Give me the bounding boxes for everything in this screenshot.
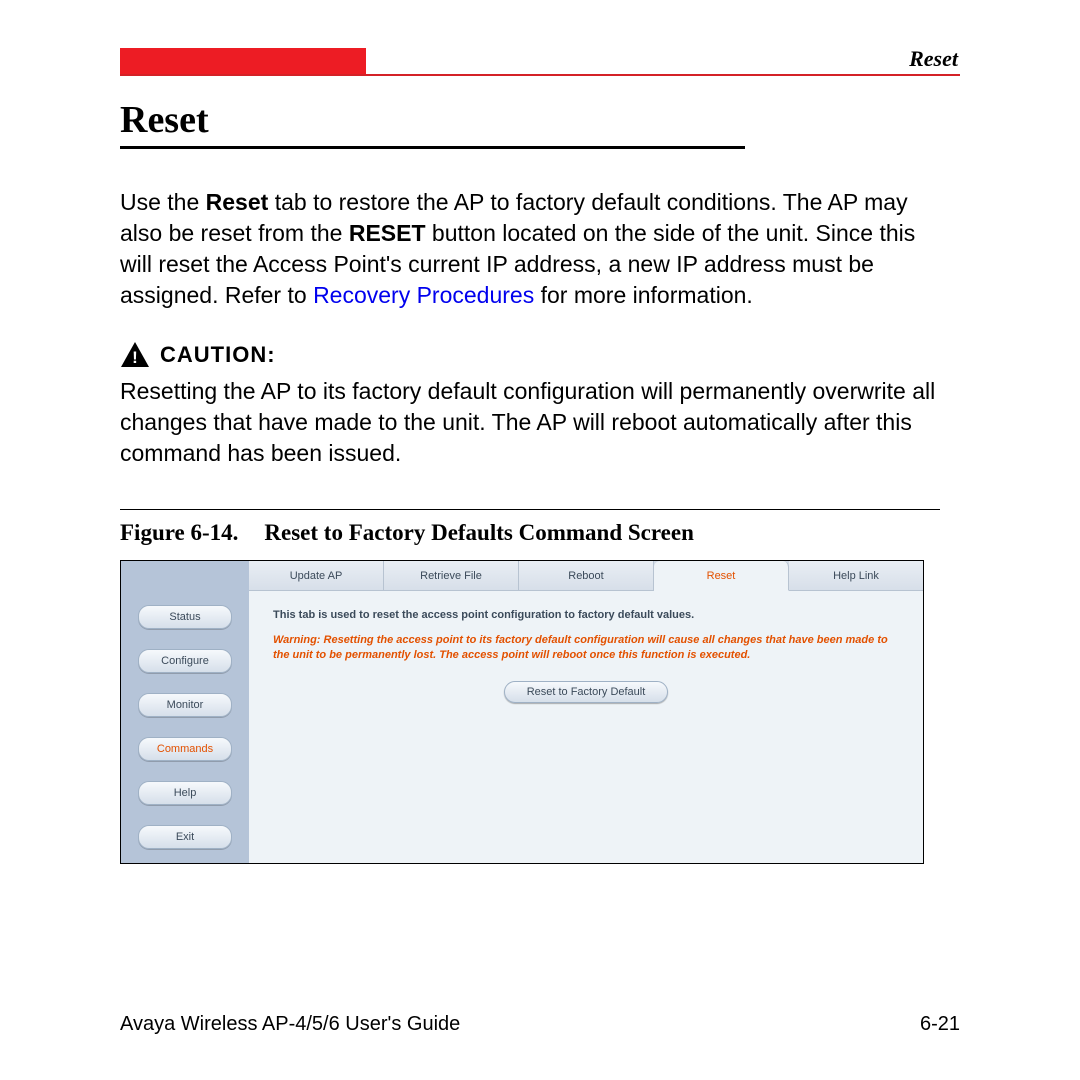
- footer-right: 6-21: [920, 1013, 960, 1036]
- header-bar: Reset: [120, 48, 960, 76]
- caution-icon: !: [120, 341, 150, 368]
- p1-pre: Use the: [120, 189, 206, 215]
- recovery-procedures-link[interactable]: Recovery Procedures: [313, 282, 534, 308]
- tab-bar: Update AP Retrieve File Reboot Reset Hel…: [249, 561, 923, 591]
- main-panel: Update AP Retrieve File Reboot Reset Hel…: [249, 561, 923, 863]
- tab-retrieve-file[interactable]: Retrieve File: [384, 561, 519, 591]
- figure-rule: [120, 509, 940, 510]
- reset-to-factory-default-button[interactable]: Reset to Factory Default: [504, 681, 669, 703]
- p1-bold1: Reset: [206, 189, 269, 215]
- page-footer: Avaya Wireless AP-4/5/6 User's Guide 6-2…: [120, 1013, 960, 1036]
- page-title: Reset: [120, 98, 745, 149]
- sidebar-item-help[interactable]: Help: [138, 781, 232, 805]
- caution-text: Resetting the AP to its factory default …: [120, 376, 940, 469]
- tab-content: This tab is used to reset the access poi…: [249, 591, 923, 785]
- sidebar-item-commands[interactable]: Commands: [138, 737, 232, 761]
- figure-title: Reset to Factory Defaults Command Screen: [264, 520, 693, 545]
- caution-row: ! CAUTION:: [120, 341, 960, 368]
- figure-number: Figure 6-14.: [120, 520, 238, 545]
- reset-description: This tab is used to reset the access poi…: [273, 609, 899, 621]
- sidebar-item-monitor[interactable]: Monitor: [138, 693, 232, 717]
- footer-left: Avaya Wireless AP-4/5/6 User's Guide: [120, 1013, 460, 1036]
- tab-reboot[interactable]: Reboot: [519, 561, 654, 591]
- screenshot-panel: Status Configure Monitor Commands Help E…: [120, 560, 924, 864]
- red-accent-block: [120, 48, 366, 74]
- intro-paragraph: Use the Reset tab to restore the AP to f…: [120, 187, 940, 311]
- tab-help-link[interactable]: Help Link: [789, 561, 923, 591]
- tab-reset[interactable]: Reset: [654, 561, 789, 591]
- reset-warning: Warning: Resetting the access point to i…: [273, 633, 899, 663]
- sidebar: Status Configure Monitor Commands Help E…: [121, 561, 249, 863]
- sidebar-item-exit[interactable]: Exit: [138, 825, 232, 849]
- p1-bold2: RESET: [349, 220, 426, 246]
- running-head: Reset: [366, 46, 960, 74]
- sidebar-item-configure[interactable]: Configure: [138, 649, 232, 673]
- sidebar-item-status[interactable]: Status: [138, 605, 232, 629]
- figure-caption: Figure 6-14. Reset to Factory Defaults Co…: [120, 520, 940, 546]
- caution-label: CAUTION:: [160, 342, 276, 368]
- svg-text:!: !: [132, 348, 138, 367]
- p1-post: for more information.: [534, 282, 753, 308]
- tab-update-ap[interactable]: Update AP: [249, 561, 384, 591]
